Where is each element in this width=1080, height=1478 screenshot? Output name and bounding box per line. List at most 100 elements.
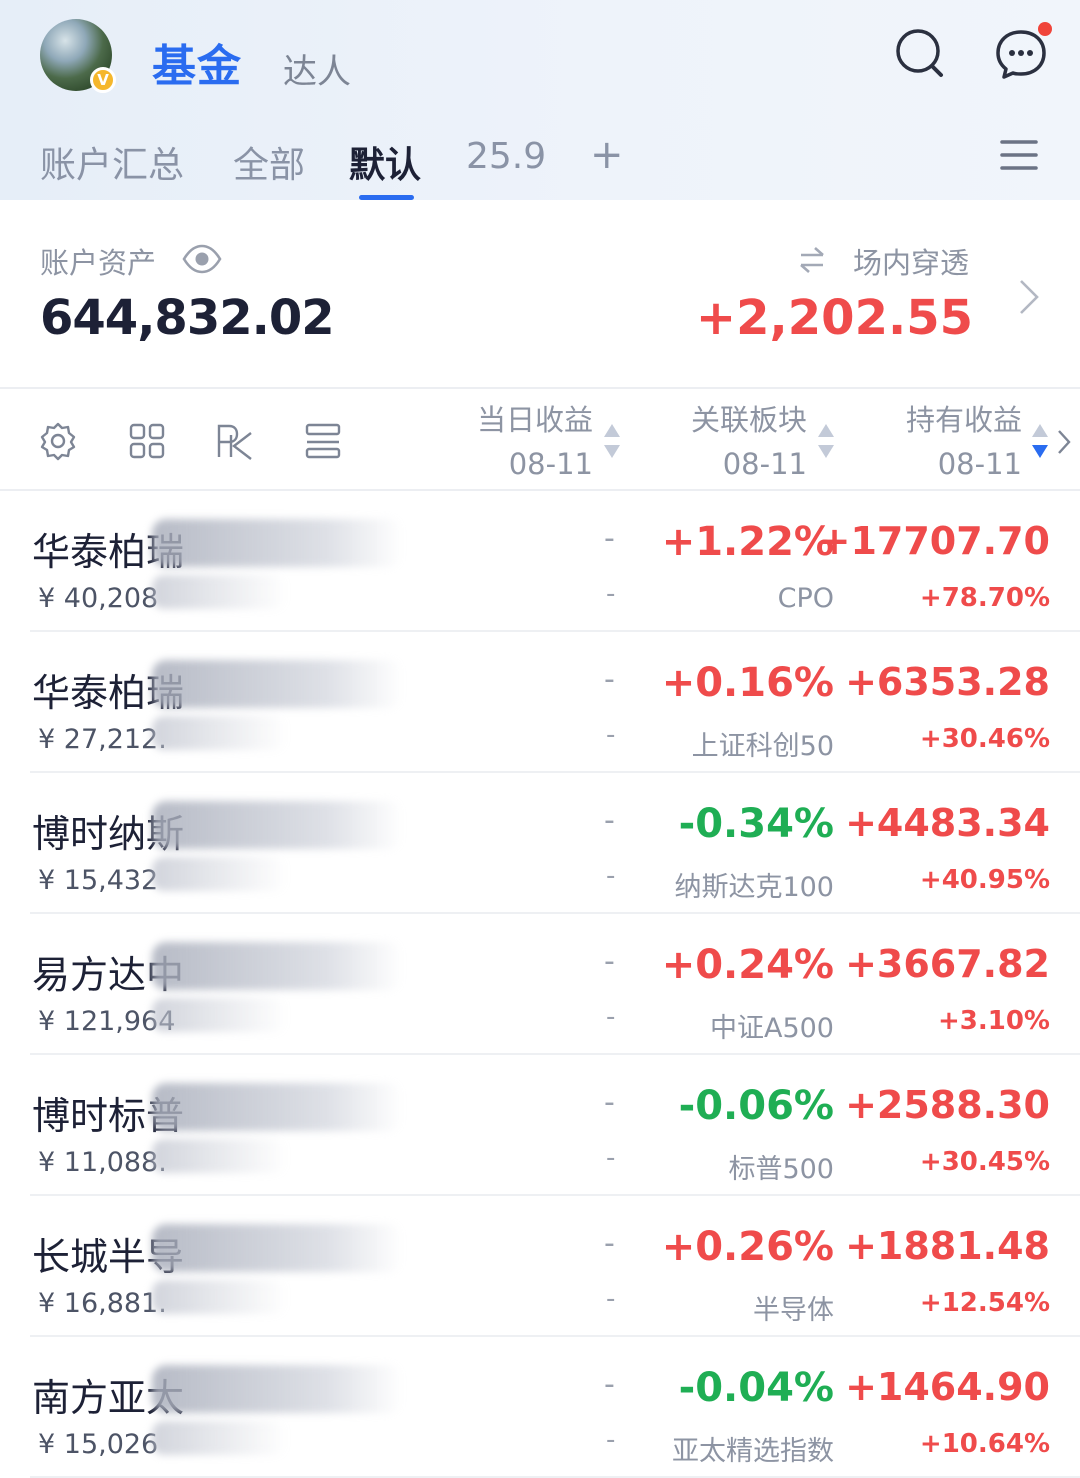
daily-income-value: - [604, 944, 615, 979]
divider [0, 387, 1080, 389]
redacted-fund-name [152, 1365, 402, 1413]
fund-amount: ¥ 11,088. [38, 1147, 167, 1178]
fund-row[interactable]: 南方亚太 ¥ 15,026- - -0.04% 亚太精选指数 +1464.90 +10.64… [0, 1337, 1080, 1478]
sector-name[interactable]: 标普500 [728, 1147, 834, 1186]
sort-icon[interactable] [603, 421, 621, 461]
holding-income-percent: +30.45% [919, 1147, 1050, 1177]
fund-row[interactable]: 长城半导 ¥ 16,881. - - +0.26% 半导体 +1881.48 +12.54% [0, 1196, 1080, 1337]
sector-header-date: 08-11 [722, 447, 807, 481]
holding-income-value: +17707.70 [818, 519, 1050, 563]
sector-change: +0.16% [661, 660, 834, 706]
sector-name[interactable]: 亚太精选指数 [672, 1429, 834, 1468]
sector-change: +0.26% [661, 1224, 834, 1270]
fund-row[interactable]: 博时纳斯 ¥ 15,432- - -0.34% 纳斯达克100 +4483.34 +40.9… [0, 773, 1080, 914]
redacted-fund-amount [152, 1139, 287, 1173]
daily-income-sub: - [606, 720, 616, 750]
daily-income-sub: - [606, 1002, 616, 1032]
fund-row[interactable]: 易方达中 ¥ 121,964- - +0.24% 中证A500 +3667.82 +3.10… [0, 914, 1080, 1055]
redacted-fund-name [152, 801, 402, 849]
redacted-fund-amount [152, 1421, 287, 1455]
search-icon[interactable] [892, 26, 948, 82]
sector-name[interactable]: 中证A500 [710, 1006, 834, 1045]
sector-change: -0.04% [678, 1365, 834, 1411]
holding-income-value: +3667.82 [845, 942, 1050, 986]
page-title[interactable]: 基金 [152, 30, 242, 94]
daily-income-header[interactable]: 当日收益 08-11 [477, 398, 593, 486]
sector-change: +0.24% [661, 942, 834, 988]
redacted-fund-name [152, 1224, 402, 1272]
menu-icon[interactable] [1000, 138, 1038, 172]
expert-tab[interactable]: 达人 [283, 44, 351, 93]
daily-income-sub: - [606, 1143, 616, 1173]
daily-income-label: 当日收益 [476, 403, 593, 437]
sector-header[interactable]: 关联板块 08-11 [691, 398, 807, 486]
redacted-fund-name [152, 1083, 402, 1131]
daily-income-value: - [604, 1085, 615, 1120]
pk-icon[interactable] [215, 421, 255, 461]
header-bar: V 基金 达人 账户汇总 全部 默认 25.9 + [0, 0, 1080, 200]
avatar[interactable]: V [40, 19, 116, 93]
daily-income-value: - [604, 1367, 615, 1402]
sector-name[interactable]: 上证科创50 [692, 724, 834, 763]
notification-dot [1038, 22, 1052, 36]
daily-income-sub: - [606, 1284, 616, 1314]
redacted-fund-amount [152, 1280, 287, 1314]
account-assets-label: 账户资产 [40, 246, 157, 280]
chevron-right-icon[interactable] [1016, 278, 1042, 316]
daily-income-sub: - [606, 579, 616, 609]
grid-icon[interactable] [127, 421, 167, 461]
penetration-value[interactable]: +2,202.55 [696, 290, 973, 346]
holding-income-value: +1881.48 [845, 1224, 1050, 1268]
penetration-label[interactable]: 场内穿透 [853, 240, 969, 282]
sort-desc-icon[interactable] [1031, 421, 1049, 461]
tab-25-9[interactable]: 25.9 [466, 136, 546, 177]
settings-icon[interactable] [38, 421, 78, 461]
fund-row[interactable]: 华泰柏瑞 ¥ 40,208- - +1.22% CPO +17707.70 +78.70% [0, 491, 1080, 632]
active-tab-indicator [359, 195, 414, 200]
fund-row[interactable]: 博时标普 ¥ 11,088. - - -0.06% 标普500 +2588.30 +30.45… [0, 1055, 1080, 1196]
holding-income-value: +6353.28 [845, 660, 1050, 704]
tab-all[interactable]: 全部 [233, 136, 305, 188]
tab-account-summary[interactable]: 账户汇总 [40, 136, 184, 188]
eye-icon[interactable] [182, 243, 222, 275]
holding-income-percent: +10.64% [919, 1429, 1050, 1459]
redacted-fund-amount [152, 998, 287, 1032]
redacted-fund-amount [152, 857, 287, 891]
daily-income-sub: - [606, 861, 616, 891]
list-icon[interactable] [303, 421, 343, 461]
redacted-fund-name [152, 519, 402, 567]
sector-header-label: 关联板块 [690, 403, 807, 437]
holding-income-value: +1464.90 [845, 1365, 1050, 1409]
sector-change: -0.06% [678, 1083, 834, 1129]
add-tab-button[interactable]: + [590, 132, 624, 178]
daily-income-sub: - [606, 1425, 616, 1455]
holding-income-label: 持有收益 [905, 403, 1022, 437]
holding-income-percent: +3.10% [938, 1006, 1050, 1036]
chevron-right-icon[interactable] [1056, 428, 1072, 456]
account-assets-value: 644,832.02 [40, 290, 335, 346]
holding-income-value: +4483.34 [845, 801, 1050, 845]
holding-income-value: +2588.30 [845, 1083, 1050, 1127]
fund-row[interactable]: 华泰柏瑞 ¥ 27,212. - - +0.16% 上证科创50 +6353.28 +30.4… [0, 632, 1080, 773]
redacted-fund-amount [152, 716, 287, 750]
sector-name[interactable]: 半导体 [753, 1288, 834, 1327]
daily-income-value: - [604, 521, 615, 556]
daily-income-value: - [604, 803, 615, 838]
holding-income-date: 08-11 [937, 447, 1022, 481]
sector-name[interactable]: 纳斯达克100 [674, 865, 834, 904]
sector-change: -0.34% [678, 801, 834, 847]
holding-income-percent: +78.70% [919, 583, 1050, 613]
fund-amount: ¥ 15,432 [38, 865, 159, 896]
daily-income-value: - [604, 1226, 615, 1261]
fund-amount: ¥ 15,026 [38, 1429, 159, 1460]
swap-icon [800, 247, 824, 273]
tab-default[interactable]: 默认 [349, 136, 421, 188]
daily-income-value: - [604, 662, 615, 697]
holding-income-header[interactable]: 持有收益 08-11 [906, 398, 1022, 486]
holding-income-percent: +30.46% [919, 724, 1050, 754]
fund-amount: ¥ 16,881. [38, 1288, 167, 1319]
sort-icon[interactable] [817, 421, 835, 461]
sector-change: +1.22% [661, 519, 834, 565]
daily-income-date: 08-11 [508, 447, 593, 481]
sector-name[interactable]: CPO [778, 583, 834, 614]
